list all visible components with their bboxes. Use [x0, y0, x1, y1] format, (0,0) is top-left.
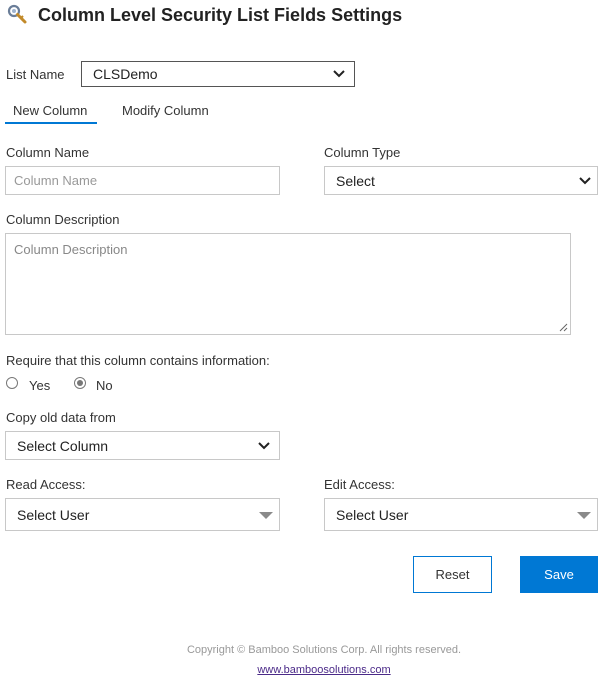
page-header: Column Level Security List Fields Settin…: [6, 3, 402, 27]
copy-old-data-select[interactable]: Select Column: [5, 431, 280, 460]
tab-modify-column[interactable]: Modify Column: [122, 103, 209, 118]
reset-button[interactable]: Reset: [413, 556, 492, 593]
resize-handle-icon[interactable]: [559, 323, 568, 332]
list-name-label: List Name: [6, 67, 65, 82]
footer-copyright: Copyright © Bamboo Solutions Corp. All r…: [186, 644, 462, 656]
save-button[interactable]: Save: [520, 556, 598, 593]
chevron-down-icon: [579, 176, 591, 184]
require-yes-label: Yes: [29, 378, 51, 393]
column-name-input[interactable]: Column Name: [5, 166, 280, 195]
column-type-label: Column Type: [324, 145, 401, 160]
require-no-label: No: [96, 378, 113, 393]
column-type-select[interactable]: Select: [324, 166, 598, 195]
list-name-select[interactable]: CLSDemo: [81, 61, 355, 87]
require-no-radio[interactable]: [74, 377, 86, 389]
caret-down-icon: [259, 511, 273, 519]
list-name-value: CLSDemo: [93, 66, 158, 82]
reset-button-label: Reset: [435, 567, 470, 582]
page-title: Column Level Security List Fields Settin…: [38, 4, 403, 25]
read-access-value: Select User: [17, 506, 90, 523]
caret-down-icon: [577, 511, 591, 519]
copy-old-data-value: Select Column: [17, 437, 109, 454]
column-type-value: Select: [336, 172, 375, 189]
save-button-label: Save: [544, 567, 574, 582]
edit-access-select[interactable]: Select User: [324, 498, 598, 531]
edit-access-label: Edit Access:: [324, 477, 395, 492]
column-description-textarea[interactable]: Column Description: [5, 233, 571, 335]
chevron-down-icon: [258, 441, 270, 449]
tab-new-column[interactable]: New Column: [5, 103, 97, 124]
column-name-label: Column Name: [6, 145, 90, 160]
copy-old-data-label: Copy old data from: [6, 410, 116, 425]
chevron-down-icon: [333, 70, 345, 78]
read-access-select[interactable]: Select User: [5, 498, 280, 531]
require-yes-radio[interactable]: [6, 377, 18, 389]
column-description-placeholder: Column Description: [14, 242, 128, 257]
tab-modify-column-label: Modify Column: [122, 103, 209, 118]
column-description-label: Column Description: [6, 212, 120, 227]
key-search-icon: [7, 4, 27, 24]
tab-new-column-label: New Column: [13, 103, 88, 118]
column-name-placeholder: Column Name: [14, 173, 98, 188]
read-access-label: Read Access:: [6, 477, 86, 492]
footer-link[interactable]: www.bamboosolutions.com: [257, 664, 390, 676]
footer-link-row: www.bamboosolutions.com: [0, 660, 598, 678]
require-label: Require that this column contains inform…: [6, 353, 270, 368]
edit-access-value: Select User: [336, 506, 409, 523]
